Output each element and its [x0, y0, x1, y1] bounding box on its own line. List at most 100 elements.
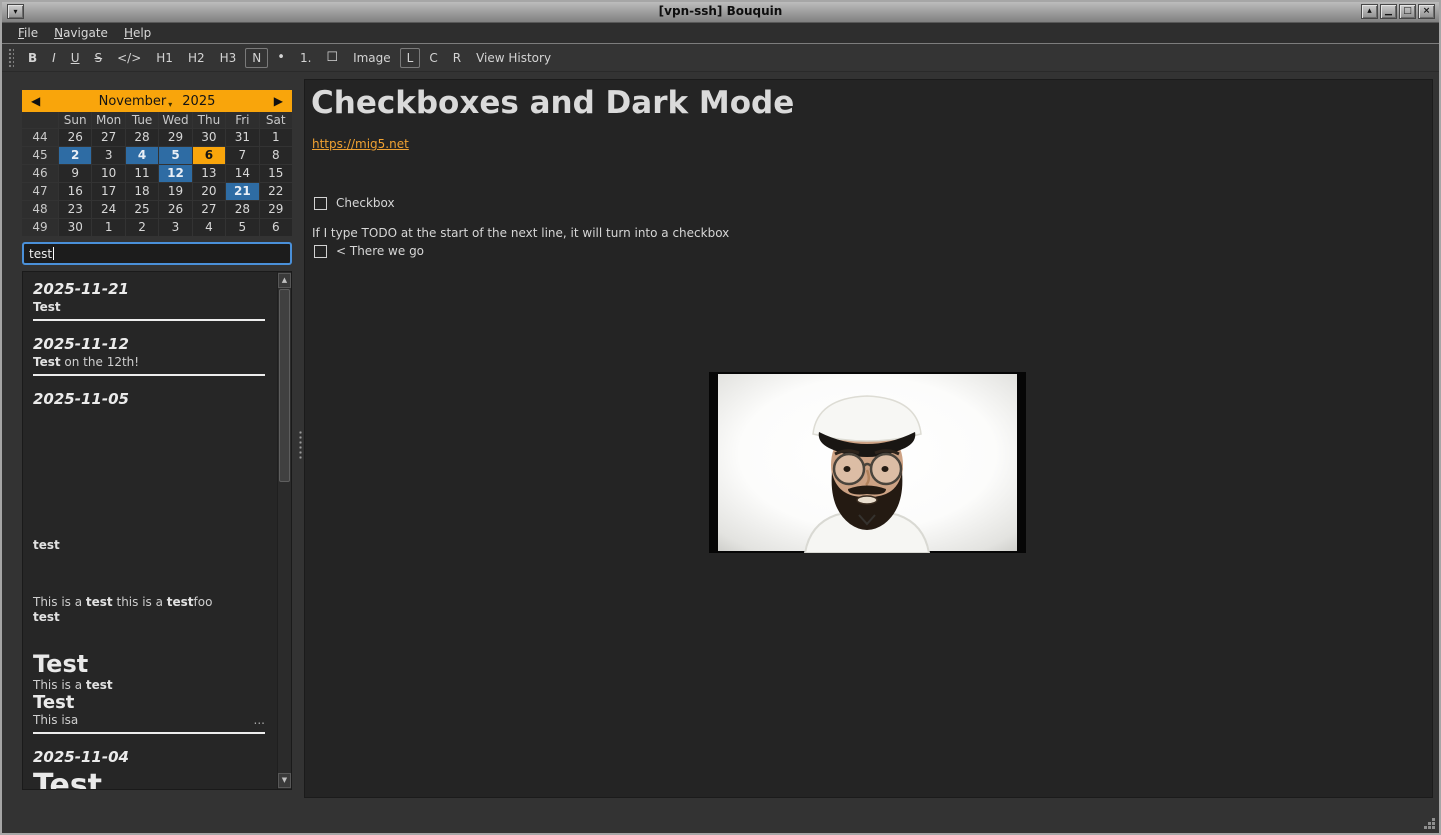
calendar-day[interactable]: 27: [193, 201, 225, 218]
result-text-line[interactable]: Test: [33, 300, 265, 315]
calendar-day-selected[interactable]: 4: [126, 147, 158, 164]
result-text-line[interactable]: Test on the 12th!: [33, 355, 265, 370]
calendar-day[interactable]: 31: [226, 129, 258, 146]
resize-grip[interactable]: [1422, 816, 1436, 830]
calendar-day[interactable]: 29: [159, 129, 191, 146]
code-button[interactable]: </>: [111, 48, 147, 68]
close-button[interactable]: ×: [1418, 4, 1435, 19]
calendar-day[interactable]: 7: [226, 147, 258, 164]
result-text-line[interactable]: test: [33, 610, 265, 625]
result-date-heading[interactable]: 2025-11-21: [33, 280, 265, 298]
calendar-day[interactable]: 23: [59, 201, 91, 218]
toolbar-drag-handle[interactable]: [8, 48, 14, 68]
calendar-day[interactable]: 25: [126, 201, 158, 218]
heading3-button[interactable]: H3: [214, 48, 243, 68]
scroll-up-button[interactable]: ▲: [278, 273, 291, 288]
strikethrough-button[interactable]: S: [89, 48, 109, 68]
heading1-button[interactable]: H1: [150, 48, 179, 68]
calendar-day[interactable]: 28: [226, 201, 258, 218]
calendar-day[interactable]: 4: [193, 219, 225, 236]
result-text-line[interactable]: test: [33, 538, 265, 553]
calendar-day[interactable]: 28: [126, 129, 158, 146]
scroll-down-button[interactable]: ▼: [278, 773, 291, 788]
result-text-line[interactable]: This is a test: [33, 678, 265, 693]
calendar-year[interactable]: 2025: [182, 94, 215, 109]
calendar-day[interactable]: 30: [193, 129, 225, 146]
image-button[interactable]: Image: [347, 48, 397, 68]
sailor-man-illustration: [709, 372, 1026, 553]
calendar-day-today[interactable]: 6: [193, 147, 225, 164]
next-month-button[interactable]: ▶: [265, 94, 292, 108]
result-heading1[interactable]: Test: [33, 769, 265, 789]
bold-button[interactable]: B: [22, 48, 43, 68]
calendar-day[interactable]: 30: [59, 219, 91, 236]
menu-navigate[interactable]: Navigate: [46, 24, 116, 42]
calendar-day[interactable]: 13: [193, 165, 225, 182]
calendar-day[interactable]: 1: [92, 219, 124, 236]
editor-area[interactable]: Checkboxes and Dark Mode https://mig5.ne…: [304, 79, 1433, 798]
result-text-line[interactable]: This is a test this is a testfoo: [33, 595, 265, 610]
text-caret: [53, 247, 54, 260]
calendar-day[interactable]: 19: [159, 183, 191, 200]
scrollbar-thumb[interactable]: [279, 289, 290, 482]
calendar-day[interactable]: 26: [59, 129, 91, 146]
result-text-line[interactable]: This isa...: [33, 713, 265, 728]
calendar-day[interactable]: 1: [260, 129, 292, 146]
calendar-day[interactable]: 8: [260, 147, 292, 164]
result-text-part: test: [33, 610, 60, 624]
note-link[interactable]: https://mig5.net: [312, 137, 409, 151]
checkbox-button[interactable]: ☐: [320, 47, 344, 68]
calendar-day[interactable]: 9: [59, 165, 91, 182]
calendar-day[interactable]: 10: [92, 165, 124, 182]
calendar-day[interactable]: 29: [260, 201, 292, 218]
calendar-day[interactable]: 24: [92, 201, 124, 218]
calendar-month[interactable]: November: [99, 94, 167, 109]
align-center-button[interactable]: C: [423, 48, 443, 68]
calendar-day[interactable]: 17: [92, 183, 124, 200]
calendar-day[interactable]: 3: [92, 147, 124, 164]
bullet-list-button[interactable]: •: [271, 47, 291, 68]
calendar-day-selected[interactable]: 5: [159, 147, 191, 164]
calendar-day[interactable]: 15: [260, 165, 292, 182]
calendar-day[interactable]: 27: [92, 129, 124, 146]
calendar-day[interactable]: 5: [226, 219, 258, 236]
results-scrollbar[interactable]: ▲ ▼: [277, 272, 291, 789]
heading2-button[interactable]: H2: [182, 48, 211, 68]
align-right-button[interactable]: R: [447, 48, 467, 68]
calendar-day[interactable]: 26: [159, 201, 191, 218]
calendar-day-selected[interactable]: 2: [59, 147, 91, 164]
calendar-day[interactable]: 16: [59, 183, 91, 200]
calendar-day[interactable]: 14: [226, 165, 258, 182]
align-left-button[interactable]: L: [400, 48, 421, 68]
checkbox-unchecked[interactable]: [314, 245, 327, 258]
view-history-button[interactable]: View History: [470, 48, 557, 68]
result-heading2[interactable]: Test: [33, 693, 265, 713]
checkbox-unchecked[interactable]: [314, 197, 327, 210]
result-date-heading[interactable]: 2025-11-05: [33, 390, 265, 408]
menu-file[interactable]: File: [10, 24, 46, 42]
maximize-button[interactable]: □: [1399, 4, 1416, 19]
result-date-heading[interactable]: 2025-11-12: [33, 335, 265, 353]
result-heading1[interactable]: Test: [33, 651, 265, 678]
calendar-title[interactable]: November▾2025: [49, 94, 265, 109]
search-input[interactable]: test: [22, 242, 292, 265]
normal-text-button[interactable]: N: [245, 48, 268, 68]
italic-button[interactable]: I: [46, 48, 62, 68]
calendar-day[interactable]: 3: [159, 219, 191, 236]
minimize-button[interactable]: ▁: [1380, 4, 1397, 19]
menu-help[interactable]: Help: [116, 24, 159, 42]
numbered-list-button[interactable]: 1.: [294, 48, 317, 68]
shade-button[interactable]: ▴: [1361, 4, 1378, 19]
calendar-day-selected[interactable]: 12: [159, 165, 191, 182]
calendar-day-selected[interactable]: 21: [226, 183, 258, 200]
calendar-day[interactable]: 6: [260, 219, 292, 236]
calendar-day[interactable]: 11: [126, 165, 158, 182]
calendar-day[interactable]: 20: [193, 183, 225, 200]
underline-button[interactable]: U: [65, 48, 86, 68]
calendar-day[interactable]: 22: [260, 183, 292, 200]
titlebar[interactable]: ▾ [vpn-ssh] Bouquin ▴▁□×: [2, 2, 1439, 23]
result-date-heading[interactable]: 2025-11-04: [33, 748, 265, 766]
prev-month-button[interactable]: ◀: [22, 94, 49, 108]
calendar-day[interactable]: 18: [126, 183, 158, 200]
calendar-day[interactable]: 2: [126, 219, 158, 236]
